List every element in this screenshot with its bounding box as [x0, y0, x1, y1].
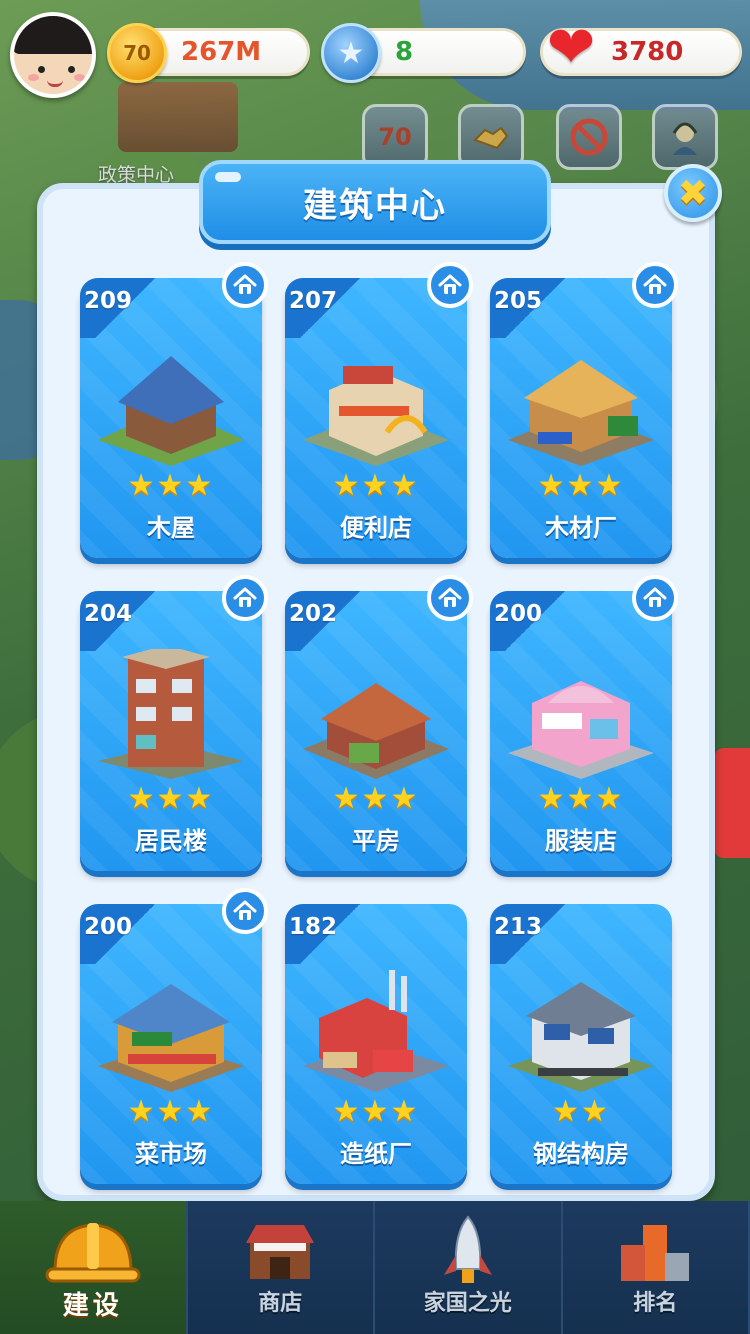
- building-card[interactable]: 209 ★★★ 木屋: [80, 278, 262, 558]
- building-level: 205: [494, 288, 543, 314]
- building-name: 平房: [352, 827, 400, 855]
- building-card[interactable]: 200 ★★★ 菜市场: [80, 904, 262, 1184]
- nav-build[interactable]: 建设: [0, 1201, 188, 1334]
- building-card[interactable]: 200 ★★★ 服装店: [490, 591, 672, 871]
- star-rating: ★★★: [332, 781, 420, 816]
- panel-title-banner: 建筑中心: [199, 160, 551, 244]
- nav-ranking-label: 排名: [633, 1291, 678, 1316]
- home-badge[interactable]: [427, 262, 473, 308]
- rocket-icon: [443, 1215, 492, 1283]
- customer-service-button[interactable]: [652, 104, 718, 170]
- star-rating: ★★★: [127, 781, 215, 816]
- home-badge[interactable]: [632, 575, 678, 621]
- home-icon: [643, 587, 667, 607]
- building-illustration: [508, 681, 654, 779]
- building-card[interactable]: 207 ★★★ 便利店: [285, 278, 467, 558]
- home-icon: [438, 587, 462, 607]
- side-banner: [714, 748, 750, 858]
- star-icon: ★: [321, 23, 381, 83]
- policy-center-building[interactable]: [118, 82, 238, 152]
- hard-hat-icon: [45, 1223, 141, 1283]
- building-level: 200: [494, 601, 543, 627]
- coin-icon: 70: [107, 23, 167, 83]
- home-badge[interactable]: [632, 262, 678, 308]
- building-level: 182: [289, 914, 338, 940]
- nav-build-label: 建设: [62, 1291, 123, 1321]
- close-icon: ✖: [677, 172, 709, 214]
- building-level: 209: [84, 288, 133, 314]
- heart-value: 3780: [611, 37, 684, 67]
- star-rating: ★★★: [127, 468, 215, 503]
- nav-national-glory[interactable]: 家国之光: [375, 1201, 563, 1334]
- prohibited-icon: [570, 118, 608, 156]
- heart-counter[interactable]: ❤ 3780: [540, 13, 742, 81]
- building-illustration: [98, 649, 244, 779]
- home-icon: [233, 274, 257, 294]
- player-avatar[interactable]: [10, 12, 96, 98]
- building-level: 200: [84, 914, 133, 940]
- panel-title: 建筑中心: [303, 185, 447, 226]
- heart-icon: ❤: [546, 13, 596, 81]
- star-rating: ★★★: [332, 468, 420, 503]
- star-rating: ★★★: [537, 781, 625, 816]
- building-name: 服装店: [545, 827, 617, 855]
- home-badge[interactable]: [222, 575, 268, 621]
- building-illustration: [508, 982, 654, 1092]
- coin-value: 267M: [181, 37, 262, 67]
- handshake-icon: [473, 126, 509, 150]
- star-counter[interactable]: ★ 8: [321, 23, 526, 83]
- home-icon: [233, 587, 257, 607]
- building-name: 钢结构房: [533, 1140, 629, 1168]
- building-name: 便利店: [340, 514, 412, 542]
- building-illustration: [303, 366, 449, 466]
- home-badge[interactable]: [427, 575, 473, 621]
- building-illustration: [303, 683, 449, 779]
- no-entry-button[interactable]: [556, 104, 622, 170]
- building-card[interactable]: 202 ★★★ 平房: [285, 591, 467, 871]
- building-card[interactable]: 182 ★★★ 造纸厂: [285, 904, 467, 1184]
- building-level: 204: [84, 601, 133, 627]
- building-name: 木材厂: [545, 514, 617, 542]
- bottom-navigation: 建设 商店 家国之光 排名: [0, 1201, 750, 1334]
- building-name: 居民楼: [135, 827, 207, 855]
- building-level: 202: [289, 601, 338, 627]
- building-card[interactable]: 205 ★★★ 木材厂: [490, 278, 672, 558]
- nav-shop-label: 商店: [258, 1291, 303, 1316]
- building-illustration: [508, 360, 654, 466]
- coin-counter[interactable]: 70 267M: [107, 23, 310, 83]
- nav-national-glory-label: 家国之光: [423, 1291, 512, 1316]
- building-level: 207: [289, 288, 338, 314]
- home-icon: [438, 274, 462, 294]
- podium-icon: [621, 1225, 690, 1281]
- home-icon: [233, 900, 257, 920]
- home-badge[interactable]: [222, 262, 268, 308]
- building-illustration: [303, 970, 449, 1092]
- building-illustration: [98, 356, 244, 466]
- close-button[interactable]: ✖: [664, 164, 722, 222]
- star-rating: ★★★: [537, 468, 625, 503]
- star-rating: ★★: [552, 1094, 610, 1129]
- star-value: 8: [395, 37, 414, 67]
- building-card[interactable]: 213 ★★ 钢结构房: [490, 904, 672, 1184]
- star-rating: ★★★: [127, 1094, 215, 1129]
- headset-agent-icon: [672, 122, 698, 155]
- building-card[interactable]: 204 ★★★ 居民楼: [80, 591, 262, 871]
- building-name: 菜市场: [135, 1140, 207, 1168]
- building-level: 213: [494, 914, 543, 940]
- nav-shop[interactable]: 商店: [188, 1201, 375, 1334]
- building-name: 木屋: [147, 514, 195, 542]
- building-name: 造纸厂: [340, 1140, 412, 1168]
- home-icon: [643, 274, 667, 294]
- home-badge[interactable]: [222, 888, 268, 934]
- nav-ranking[interactable]: 排名: [563, 1201, 750, 1334]
- building-illustration: [98, 984, 244, 1092]
- star-rating: ★★★: [332, 1094, 420, 1129]
- shop-icon: [246, 1225, 315, 1279]
- event-70-icon: 70: [378, 123, 412, 151]
